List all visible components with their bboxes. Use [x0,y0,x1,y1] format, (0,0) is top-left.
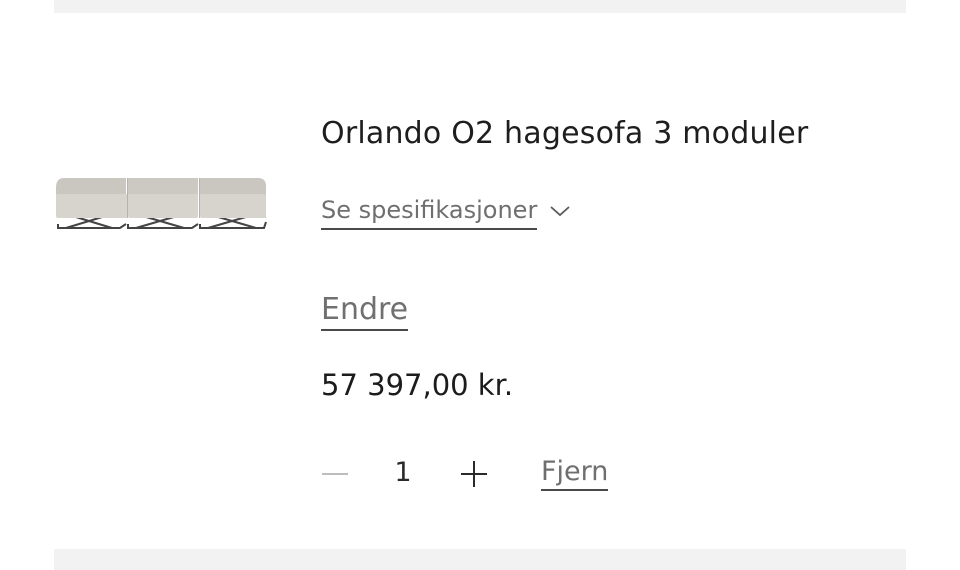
item-price: 57 397,00 kr. [321,368,514,402]
chevron-down-icon [550,206,570,217]
specs-toggle-label: Se spesifikasjoner [321,196,538,230]
specs-toggle[interactable]: Se spesifikasjoner [321,196,571,230]
cart-divider-bottom [54,549,906,570]
remove-link[interactable]: Fjern [541,456,609,491]
product-thumbnail[interactable] [52,170,270,232]
quantity-value: 1 [394,457,412,488]
product-title: Orlando O2 hagesofa 3 moduler [321,116,809,151]
minus-icon[interactable] [320,462,350,486]
edit-link[interactable]: Endre [321,292,409,331]
plus-icon[interactable] [458,458,490,490]
cart-divider-top [54,0,906,13]
